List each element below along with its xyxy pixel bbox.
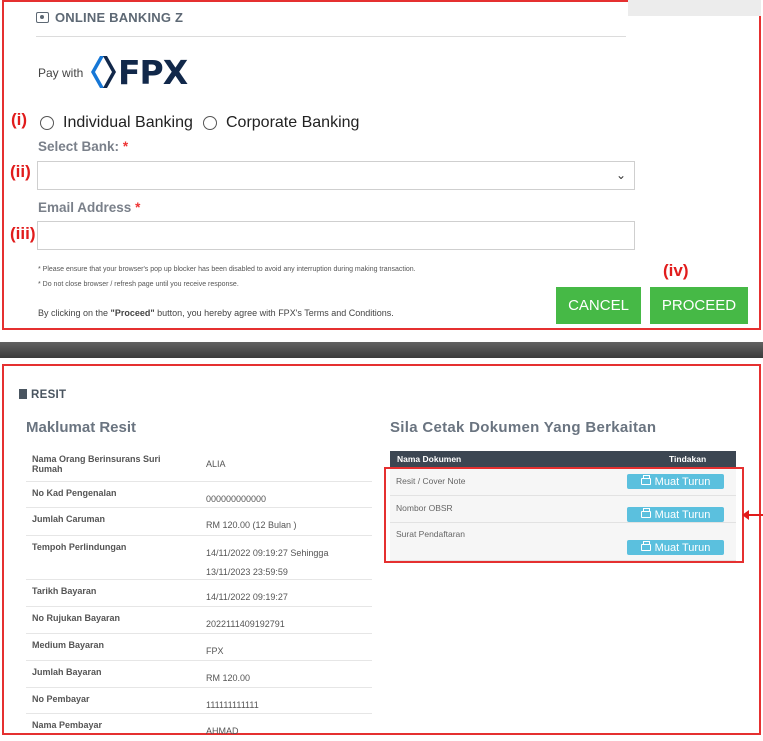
row-label: Nama Pembayar (32, 720, 103, 730)
pointer-arrow-head-icon (742, 510, 749, 520)
document-icon (19, 389, 27, 399)
table-row: No Pembayar 111111111111 (26, 687, 372, 714)
corporate-banking-option[interactable]: Corporate Banking (203, 114, 359, 132)
required-mark: * (122, 139, 129, 154)
row-value: RM 120.00 (12 Bulan ) (206, 520, 297, 530)
dark-divider-bar (0, 342, 763, 358)
email-input[interactable] (37, 221, 635, 250)
individual-banking-option[interactable]: Individual Banking (40, 114, 193, 132)
online-banking-title-text: ONLINE BANKING Z (55, 10, 184, 25)
marker-i: (i) (11, 110, 28, 129)
agreement-prefix: By clicking on the (38, 308, 111, 318)
row-label: Nama Orang Berinsurans Suri Rumah (32, 454, 161, 474)
top-gray-strip (628, 0, 761, 16)
row-label: Medium Bayaran (32, 640, 105, 650)
row-value: FPX (206, 646, 224, 656)
table-row: Nama Orang Berinsurans Suri Rumah ALIA (26, 447, 372, 482)
chevron-down-icon[interactable]: ⌄ (616, 168, 626, 182)
table-row: Nama Pembayar AHMAD (26, 713, 372, 736)
pointer-arrow-line (748, 514, 763, 516)
popup-note: * Please ensure that your browser's pop … (38, 266, 416, 273)
pay-with-label: Pay with (38, 66, 84, 80)
individual-banking-radio[interactable] (40, 116, 54, 130)
row-label: Tempoh Perlindungan (32, 542, 127, 552)
table-row: Jumlah Bayaran RM 120.00 (26, 660, 372, 688)
agreement-suffix: button, you hereby agree with FPX's Term… (154, 308, 394, 318)
row-value: ALIA (206, 459, 226, 469)
table-row: Tarikh Bayaran 14/11/2022 09:19:27 (26, 579, 372, 607)
required-mark: * (135, 200, 141, 215)
row-label: No Rujukan Bayaran (32, 613, 121, 623)
table-row: Medium Bayaran FPX (26, 633, 372, 661)
row-label: No Kad Pengenalan (32, 488, 117, 498)
cancel-button[interactable]: CANCEL (556, 287, 641, 324)
row-label: Tarikh Bayaran (32, 586, 97, 596)
documents-highlight-box (384, 467, 744, 563)
receipt-details-heading: Maklumat Resit (26, 419, 137, 436)
proceed-button[interactable]: PROCEED (650, 287, 748, 324)
fpx-logo-text: FPX (118, 53, 188, 92)
email-label-text: Email Address (38, 200, 132, 215)
table-row: No Kad Pengenalan 000000000000 (26, 481, 372, 508)
individual-banking-label: Individual Banking (63, 114, 193, 131)
row-value: 14/11/2022 09:19:27 (206, 592, 288, 602)
select-bank-label: Select Bank: * (38, 139, 128, 154)
select-bank-dropdown[interactable]: ⌄ (37, 161, 635, 190)
row-label: Jumlah Bayaran (32, 667, 102, 677)
col-header-document-name: Nama Dokumen (397, 454, 462, 464)
marker-ii: (ii) (10, 162, 31, 181)
table-row: Jumlah Caruman RM 120.00 (12 Bulan ) (26, 507, 372, 536)
fpx-diamond-icon (91, 56, 116, 88)
row-value: RM 120.00 (206, 673, 251, 683)
corporate-banking-radio[interactable] (203, 116, 217, 130)
table-row: Tempoh Perlindungan 14/11/2022 09:19:27 … (26, 535, 372, 580)
table-row: No Rujukan Bayaran 2022111409192791 (26, 606, 372, 634)
row-label: Jumlah Caruman (32, 514, 106, 524)
documents-heading: Sila Cetak Dokumen Yang Berkaitan (390, 419, 657, 436)
online-banking-title: ONLINE BANKING Z (36, 10, 183, 25)
email-label: Email Address * (38, 200, 140, 215)
row-value: 14/11/2022 09:19:27 Sehingga 13/11/2023 … (206, 548, 329, 577)
receipt-title-text: RESIT (31, 389, 67, 401)
row-value: AHMAD (206, 726, 239, 736)
row-value: 2022111409192791 (206, 619, 285, 629)
marker-iv: (iv) (663, 261, 689, 280)
money-icon (36, 12, 49, 23)
fpx-logo: FPX (88, 53, 188, 92)
documents-table-header: Nama Dokumen Tindakan (390, 451, 736, 467)
select-bank-label-text: Select Bank: (38, 139, 120, 154)
agreement-proceed-word: "Proceed" (110, 308, 155, 318)
refresh-note: * Do not close browser / refresh page un… (38, 281, 239, 288)
terms-agreement: By clicking on the "Proceed" button, you… (38, 308, 394, 318)
receipt-title: RESIT (19, 389, 66, 401)
col-header-action: Tindakan (669, 454, 707, 464)
corporate-banking-label: Corporate Banking (226, 114, 360, 131)
marker-iii: (iii) (10, 224, 36, 243)
title-divider (36, 36, 626, 37)
row-label: No Pembayar (32, 694, 90, 704)
